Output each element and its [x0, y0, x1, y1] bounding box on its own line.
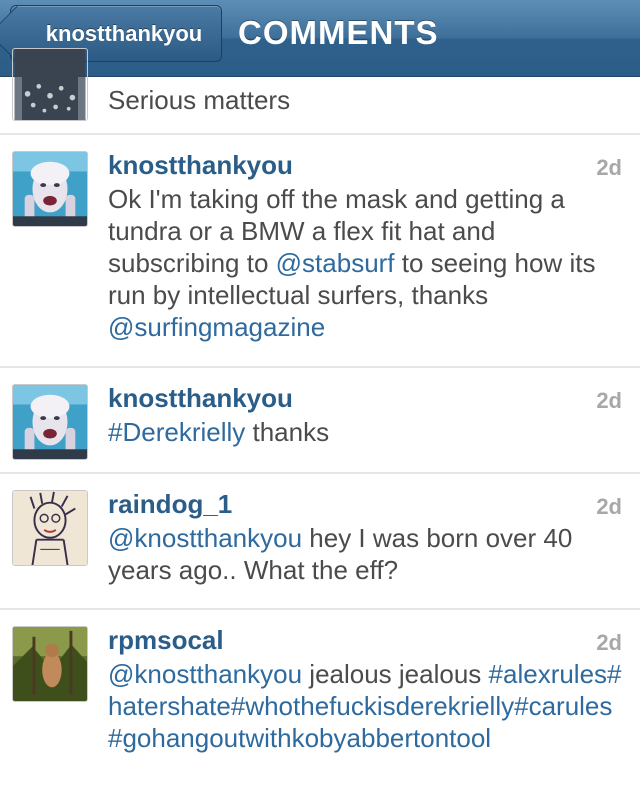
comment-content: Serious matters	[108, 82, 622, 116]
hashtag-link[interactable]: #Derekrielly	[108, 417, 245, 447]
mention-link[interactable]: @knostthankyou	[108, 523, 302, 553]
avatar-mask-face-icon[interactable]	[12, 151, 88, 227]
comment-username[interactable]: knostthankyou	[108, 382, 622, 414]
comment-username[interactable]: raindog_1	[108, 488, 622, 520]
comment-text: @knostthankyou hey I was born over 40 ye…	[108, 522, 622, 586]
comment-row: 2d rpmsocal @knostthankyou jealous jealo…	[0, 610, 640, 804]
comment-content: knostthankyou Ok I'm taking off the mask…	[108, 149, 622, 343]
comment-text-segment: jealous jealous	[302, 659, 489, 689]
avatar-mask-face-icon[interactable]	[12, 384, 88, 460]
comment-text: Ok I'm taking off the mask and getting a…	[108, 183, 622, 343]
comments-list[interactable]: Serious matters 2d knostthankyou Ok I'm …	[0, 48, 640, 804]
comment-content: knostthankyou #Derekrielly thanks	[108, 382, 622, 448]
comment-content: raindog_1 @knostthankyou hey I was born …	[108, 488, 622, 586]
avatar-forest-icon[interactable]	[12, 626, 88, 702]
page-title: COMMENTS	[238, 14, 439, 51]
mention-link[interactable]: @surfingmagazine	[108, 312, 325, 342]
back-button-label: knostthankyou	[45, 20, 203, 46]
comment-row: Serious matters	[0, 48, 640, 135]
comment-row: 2d raindog_1 @knostthankyou hey I was bo…	[0, 474, 640, 610]
mention-link[interactable]: @knostthankyou	[108, 659, 302, 689]
comment-row: 2d knostthankyou #Derekrielly thanks	[0, 368, 640, 474]
comment-username[interactable]: knostthankyou	[108, 149, 622, 181]
avatar-pattern-icon[interactable]	[12, 48, 88, 121]
avatar-drawing-icon[interactable]	[12, 490, 88, 566]
comment-text: Serious matters	[108, 84, 622, 116]
comment-text: @knostthankyou jealous jealous #alexrule…	[108, 658, 622, 754]
comment-row: 2d knostthankyou Ok I'm taking off the m…	[0, 135, 640, 368]
comment-username[interactable]: rpmsocal	[108, 624, 622, 656]
comment-text-segment: Serious matters	[108, 85, 291, 115]
navigation-bar: knostthankyou COMMENTS	[0, 0, 640, 77]
comment-text: #Derekrielly thanks	[108, 416, 622, 448]
mention-link[interactable]: @stabsurf	[276, 248, 395, 278]
comment-content: rpmsocal @knostthankyou jealous jealous …	[108, 624, 622, 754]
comment-text-segment: thanks	[245, 417, 330, 447]
